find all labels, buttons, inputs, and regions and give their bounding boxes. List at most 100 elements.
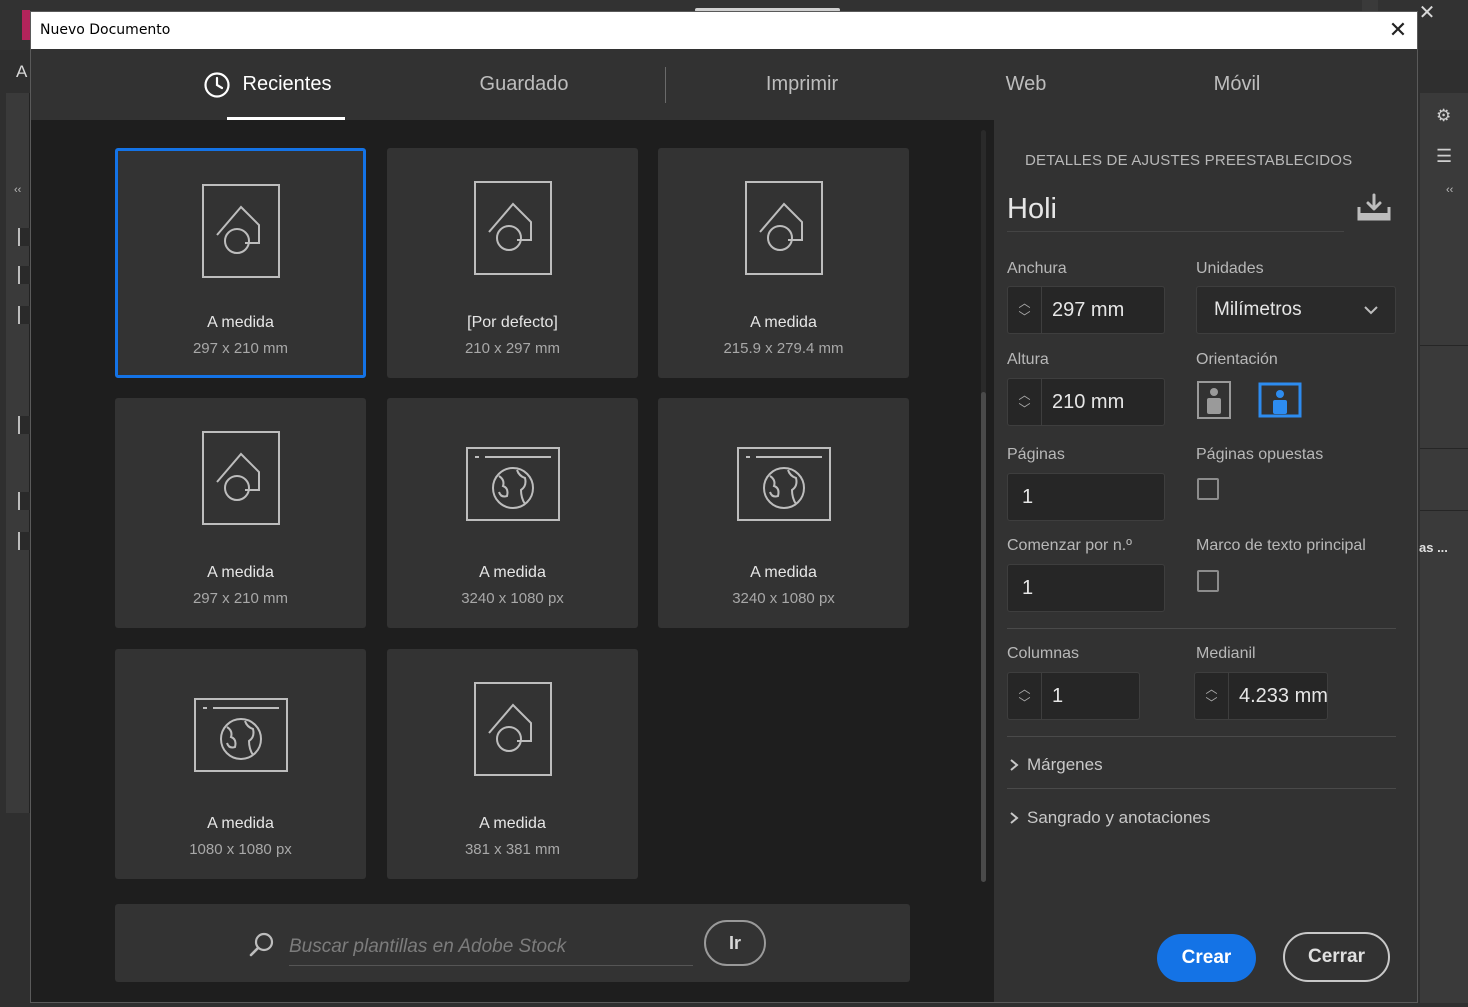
preset-size: 3240 x 1080 px bbox=[461, 590, 564, 607]
tool-frame[interactable] bbox=[18, 416, 30, 434]
stock-search-bar: Ir bbox=[115, 904, 910, 982]
tool-page[interactable] bbox=[18, 306, 30, 324]
preset-name: A medida bbox=[479, 564, 546, 581]
preset-size: 381 x 381 mm bbox=[464, 841, 561, 858]
save-preset-icon[interactable] bbox=[1356, 193, 1392, 223]
preset-tile[interactable]: A medida 297 x 210 mm bbox=[115, 398, 366, 628]
scrollbar-thumb[interactable] bbox=[981, 392, 986, 882]
chevron-down-icon[interactable]: ﹀ bbox=[1018, 402, 1032, 416]
close-button[interactable]: Cerrar bbox=[1283, 932, 1390, 982]
preset-name: A medida bbox=[479, 815, 546, 832]
gear-icon[interactable]: ⚙ bbox=[1436, 106, 1451, 126]
tab-label: Imprimir bbox=[765, 73, 839, 95]
new-document-dialog: Nuevo Documento ✕ Recientes Guardado Imp… bbox=[30, 11, 1418, 1003]
units-select[interactable]: Milímetros bbox=[1196, 286, 1396, 334]
search-icon bbox=[249, 932, 274, 957]
preset-name-input[interactable] bbox=[1007, 188, 1344, 232]
chevron-up-icon[interactable]: ︿ bbox=[1205, 682, 1219, 696]
print-document-icon bbox=[201, 184, 280, 278]
tool-direct-selection[interactable] bbox=[18, 266, 30, 284]
chevron-down-icon[interactable]: ﹀ bbox=[1018, 696, 1032, 710]
height-stepper: ︿ ﹀ bbox=[1008, 379, 1042, 425]
panel-menu-icon[interactable]: ☰ bbox=[1436, 146, 1452, 167]
width-label: Anchura bbox=[1007, 260, 1067, 277]
preset-name: A medida bbox=[207, 815, 274, 832]
height-input[interactable] bbox=[1042, 379, 1164, 425]
tool-scissors[interactable] bbox=[18, 532, 30, 550]
web-globe-icon bbox=[193, 698, 288, 772]
columns-input[interactable] bbox=[1042, 673, 1139, 719]
pages-field bbox=[1007, 473, 1165, 521]
height-label: Altura bbox=[1007, 351, 1049, 368]
right-panel-label[interactable]: as ... bbox=[1419, 540, 1448, 555]
collapse-right-icon[interactable]: ‹‹ bbox=[1446, 184, 1453, 196]
pages-label: Páginas bbox=[1007, 446, 1065, 463]
details-heading: DETALLES DE AJUSTES PREESTABLECIDOS bbox=[1025, 152, 1353, 169]
tool-rectangle[interactable] bbox=[18, 492, 30, 510]
presets-scrollbar[interactable] bbox=[981, 130, 986, 882]
gutter-input[interactable] bbox=[1229, 673, 1327, 719]
tab-label: Web bbox=[1005, 73, 1047, 95]
pages-input[interactable] bbox=[1008, 474, 1164, 520]
preset-size: 3240 x 1080 px bbox=[732, 590, 835, 607]
margins-expander[interactable]: Márgenes bbox=[1009, 755, 1103, 775]
tab-movil[interactable]: Móvil bbox=[1195, 49, 1279, 120]
tools-panel bbox=[6, 93, 30, 813]
preset-size: 297 x 210 mm bbox=[192, 590, 289, 607]
tab-imprimir[interactable]: Imprimir bbox=[746, 49, 858, 120]
preset-size: 215.9 x 279.4 mm bbox=[723, 340, 844, 357]
chevron-up-icon[interactable]: ︿ bbox=[1018, 388, 1032, 402]
print-document-icon bbox=[744, 181, 823, 275]
section-divider bbox=[1007, 788, 1396, 789]
close-icon[interactable]: ✕ bbox=[1383, 15, 1413, 45]
facing-pages-label: Páginas opuestas bbox=[1196, 446, 1324, 463]
preset-tile[interactable]: A medida 1080 x 1080 px bbox=[115, 649, 366, 879]
portrait-orientation-icon[interactable] bbox=[1196, 380, 1232, 420]
section-divider bbox=[1007, 628, 1396, 629]
section-divider bbox=[1007, 736, 1396, 737]
app-logo bbox=[22, 10, 30, 40]
primary-text-frame-checkbox[interactable] bbox=[1197, 570, 1219, 592]
bleed-slug-expander[interactable]: Sangrado y anotaciones bbox=[1009, 808, 1210, 828]
chevron-up-icon[interactable]: ︿ bbox=[1018, 682, 1032, 696]
preset-size: 1080 x 1080 px bbox=[189, 841, 292, 858]
go-button[interactable]: Ir bbox=[704, 920, 766, 966]
collapse-left-icon[interactable]: ‹‹ bbox=[14, 184, 21, 196]
print-document-icon bbox=[201, 431, 280, 525]
clock-icon bbox=[203, 71, 230, 98]
facing-pages-checkbox[interactable] bbox=[1197, 478, 1219, 500]
landscape-orientation-icon[interactable] bbox=[1258, 380, 1302, 420]
app-menu-item[interactable]: A bbox=[16, 62, 27, 82]
preset-tile[interactable]: A medida 3240 x 1080 px bbox=[387, 398, 638, 628]
panel-divider bbox=[1420, 448, 1468, 449]
preset-tile[interactable]: A medida 3240 x 1080 px bbox=[658, 398, 909, 628]
chevron-down-icon[interactable]: ﹀ bbox=[1205, 696, 1219, 710]
stock-search-input[interactable] bbox=[289, 928, 693, 966]
tab-label: Guardado bbox=[479, 73, 569, 95]
start-page-input[interactable] bbox=[1008, 565, 1164, 611]
dialog-title: Nuevo Documento bbox=[40, 22, 171, 38]
tab-web[interactable]: Web bbox=[988, 49, 1064, 120]
tool-selection[interactable] bbox=[18, 228, 30, 246]
preset-tile[interactable]: A medida 297 x 210 mm bbox=[115, 148, 366, 378]
preset-name: A medida bbox=[207, 314, 274, 331]
chevron-down-icon[interactable]: ﹀ bbox=[1018, 310, 1032, 324]
preset-tile[interactable]: [Por defecto] 210 x 297 mm bbox=[387, 148, 638, 378]
columns-stepper: ︿ ﹀ bbox=[1008, 673, 1042, 719]
preset-tile[interactable]: A medida 381 x 381 mm bbox=[387, 649, 638, 879]
tab-recientes[interactable]: Recientes bbox=[187, 49, 347, 120]
tab-label: Móvil bbox=[1213, 73, 1261, 95]
create-button[interactable]: Crear bbox=[1157, 934, 1256, 982]
margins-label: Márgenes bbox=[1027, 755, 1103, 774]
print-document-icon bbox=[473, 181, 552, 275]
tab-guardado[interactable]: Guardado bbox=[461, 49, 587, 120]
units-value: Milímetros bbox=[1214, 299, 1302, 320]
chevron-up-icon[interactable]: ︿ bbox=[1018, 296, 1032, 310]
preset-tile[interactable]: A medida 215.9 x 279.4 mm bbox=[658, 148, 909, 378]
start-page-field bbox=[1007, 564, 1165, 612]
width-input[interactable] bbox=[1042, 287, 1164, 333]
tab-separator bbox=[665, 67, 666, 103]
web-globe-icon bbox=[465, 447, 560, 521]
gutter-stepper: ︿ ﹀ bbox=[1195, 673, 1229, 719]
presets-grid: A medida 297 x 210 mm [Por defecto] 210 … bbox=[31, 120, 994, 1002]
